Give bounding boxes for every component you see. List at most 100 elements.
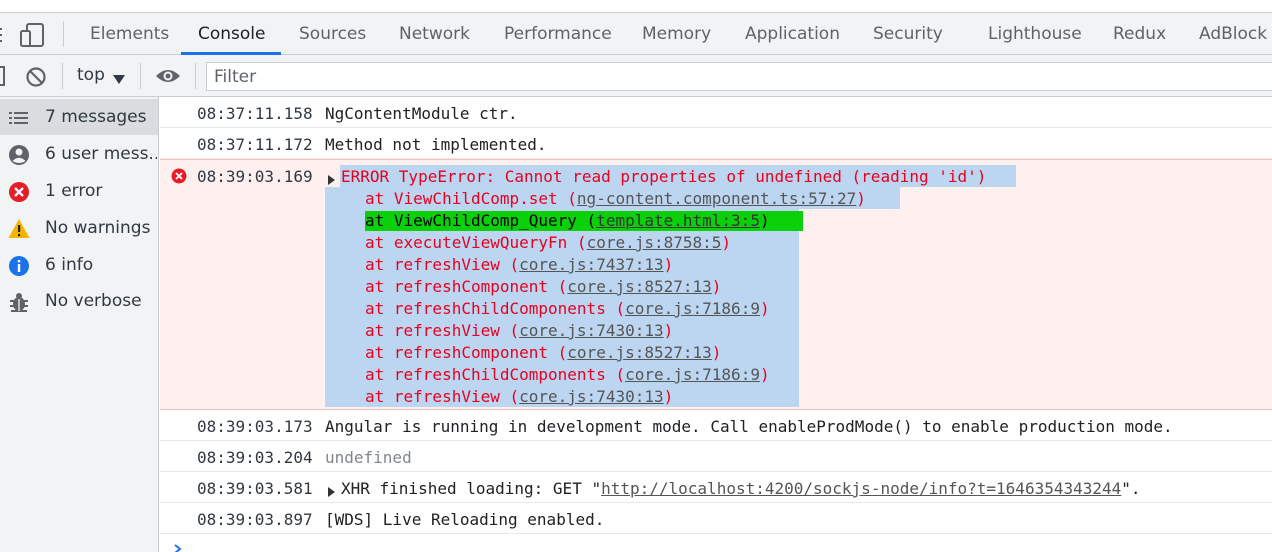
- message-timestamp: 08:39:03.169: [197, 167, 313, 186]
- console-message[interactable]: 08:39:03.581 XHR finished loading: GET "…: [160, 472, 1272, 503]
- tab-sources[interactable]: Sources: [299, 13, 366, 55]
- console-message[interactable]: 08:37:11.158 NgContentModule ctr.: [160, 97, 1272, 128]
- stack-frame-source-link[interactable]: core.js:7430:13: [519, 321, 664, 340]
- sidebar-item-verbose[interactable]: No verbose: [0, 283, 158, 319]
- sidebar-item-messages[interactable]: 7 messages: [0, 99, 158, 135]
- sidebar-item-errors[interactable]: 1 error: [0, 173, 158, 209]
- user-icon: [8, 144, 30, 166]
- stack-frame-source-link[interactable]: core.js:7186:9: [625, 299, 760, 318]
- stack-frame-close: ): [759, 211, 770, 230]
- live-expression-eye-icon[interactable]: [155, 68, 181, 84]
- tab-lighthouse[interactable]: Lighthouse: [988, 13, 1082, 55]
- stack-frame-function: at ViewChildComp.set (: [365, 189, 577, 208]
- stack-frame-function: at refreshView (: [365, 387, 520, 406]
- stack-frame-source-link[interactable]: ng-content.component.ts:57:27: [577, 189, 856, 208]
- tab-network[interactable]: Network: [399, 13, 470, 55]
- clear-console-icon[interactable]: [25, 66, 47, 88]
- stack-frame-source-link[interactable]: core.js:7437:13: [519, 255, 664, 274]
- console-sidebar: 7 messages 6 user mess... 1 error No war…: [0, 97, 159, 552]
- stack-frame: at ViewChildComp.set (ng-content.compone…: [365, 189, 866, 208]
- stack-frame: at refreshView (core.js:7430:13): [365, 387, 673, 406]
- stack-frame-source-link[interactable]: core.js:8758:5: [587, 233, 722, 252]
- console-toolbar: top: [0, 55, 1272, 97]
- message-text: Angular is running in development mode. …: [325, 417, 1173, 436]
- stack-frame-close: ): [721, 233, 732, 252]
- stack-frame: at refreshComponent (core.js:8527:13): [365, 277, 721, 296]
- stack-frame-close: ): [663, 387, 674, 406]
- stack-frame-function: at refreshComponent (: [365, 343, 568, 362]
- stack-frame-close: ): [759, 299, 770, 318]
- sidebar-toggle-icon[interactable]: [0, 66, 6, 86]
- tab-elements[interactable]: Elements: [90, 13, 169, 55]
- xhr-suffix: ".: [1121, 479, 1141, 498]
- tab-application[interactable]: Application: [745, 13, 840, 55]
- stack-frame: at ViewChildComp_Query (template.html:3:…: [365, 211, 803, 231]
- dropdown-arrow-icon: [113, 70, 125, 90]
- bug-icon: [8, 291, 30, 313]
- console-message[interactable]: 08:39:03.173 Angular is running in devel…: [160, 410, 1272, 441]
- info-icon: [8, 255, 30, 277]
- stack-frame-function: at refreshView (: [365, 321, 520, 340]
- tab-separator: [63, 21, 64, 47]
- stack-frame: at refreshComponent (core.js:8527:13): [365, 343, 721, 362]
- console-message[interactable]: 08:39:03.897 [WDS] Live Reloading enable…: [160, 503, 1272, 534]
- stack-frame-function: at executeViewQueryFn (: [365, 233, 587, 252]
- xhr-url-link[interactable]: http://localhost:4200/sockjs-node/info?t…: [601, 479, 1121, 498]
- console-error-message[interactable]: 08:39:03.169 ERROR TypeError: Cannot rea…: [160, 159, 1272, 410]
- stack-frame: at executeViewQueryFn (core.js:8758:5): [365, 233, 731, 252]
- expand-triangle-icon[interactable]: [328, 483, 340, 502]
- tab-console[interactable]: Console: [198, 13, 266, 55]
- tab-redux[interactable]: Redux: [1113, 13, 1166, 55]
- console-prompt-icon[interactable]: [173, 540, 183, 552]
- console-messages: 08:37:11.158 NgContentModule ctr. 08:37:…: [160, 97, 1272, 552]
- stack-frame-source-link[interactable]: core.js:7430:13: [519, 387, 664, 406]
- stack-frame-source-link[interactable]: core.js:7186:9: [625, 365, 760, 384]
- message-timestamp: 08:39:03.581: [197, 479, 313, 498]
- context-selector[interactable]: top: [77, 65, 125, 87]
- message-timestamp: 08:39:03.204: [197, 448, 313, 467]
- message-text: XHR finished loading: GET "http://localh…: [341, 479, 1141, 498]
- sidebar-item-warnings[interactable]: No warnings: [0, 210, 158, 246]
- stack-frame-function: at refreshComponent (: [365, 277, 568, 296]
- console-message[interactable]: 08:37:11.172 Method not implemented.: [160, 128, 1272, 159]
- tab-memory[interactable]: Memory: [642, 13, 711, 55]
- stack-frame-function: at refreshView (: [365, 255, 520, 274]
- message-text: Method not implemented.: [325, 135, 547, 154]
- list-icon: [8, 107, 30, 129]
- error-icon: [171, 168, 187, 188]
- sidebar-item-label: 6 info: [45, 255, 94, 275]
- sidebar-item-label: No warnings: [45, 218, 151, 238]
- device-toolbar-icon[interactable]: [20, 23, 46, 47]
- dock-menu-icon[interactable]: [0, 25, 6, 45]
- xhr-prefix: XHR finished loading: GET ": [341, 479, 602, 498]
- tab-security[interactable]: Security: [873, 13, 943, 55]
- tab-performance[interactable]: Performance: [504, 13, 612, 55]
- message-timestamp: 08:39:03.897: [197, 510, 313, 529]
- console-message[interactable]: 08:39:03.204 undefined: [160, 441, 1272, 472]
- stack-frame-function: at refreshChildComponents (: [365, 365, 626, 384]
- message-text: [WDS] Live Reloading enabled.: [325, 510, 605, 529]
- error-heading: ERROR TypeError: Cannot read properties …: [341, 167, 987, 186]
- filter-input[interactable]: [206, 62, 1272, 91]
- message-timestamp: 08:39:03.173: [197, 417, 313, 436]
- sidebar-item-label: 1 error: [45, 181, 103, 201]
- message-text: NgContentModule ctr.: [325, 104, 518, 123]
- sidebar-item-user-messages[interactable]: 6 user mess...: [0, 136, 158, 172]
- stack-frame-source-link[interactable]: template.html:3:5: [596, 211, 760, 230]
- devtools-tab-bar: Elements Console Sources Network Perform…: [0, 12, 1272, 55]
- stack-frame-source-link[interactable]: core.js:8527:13: [567, 277, 712, 296]
- stack-frame-function: at ViewChildComp_Query (: [365, 211, 597, 230]
- stack-frame: at refreshChildComponents (core.js:7186:…: [365, 365, 770, 384]
- error-icon: [8, 181, 30, 203]
- message-text: undefined: [325, 448, 412, 467]
- sidebar-item-info[interactable]: 6 info: [0, 247, 158, 283]
- stack-frame-source-link[interactable]: core.js:8527:13: [567, 343, 712, 362]
- stack-frame-close: ): [856, 189, 866, 208]
- warning-icon: [8, 218, 30, 240]
- stack-frame-close: ): [663, 321, 674, 340]
- stack-frame: at refreshChildComponents (core.js:7186:…: [365, 299, 770, 318]
- stack-frame: at refreshView (core.js:7437:13): [365, 255, 673, 274]
- stack-frame-close: ): [711, 277, 722, 296]
- tab-adblock[interactable]: AdBlock: [1199, 13, 1267, 55]
- message-timestamp: 08:37:11.172: [197, 135, 313, 154]
